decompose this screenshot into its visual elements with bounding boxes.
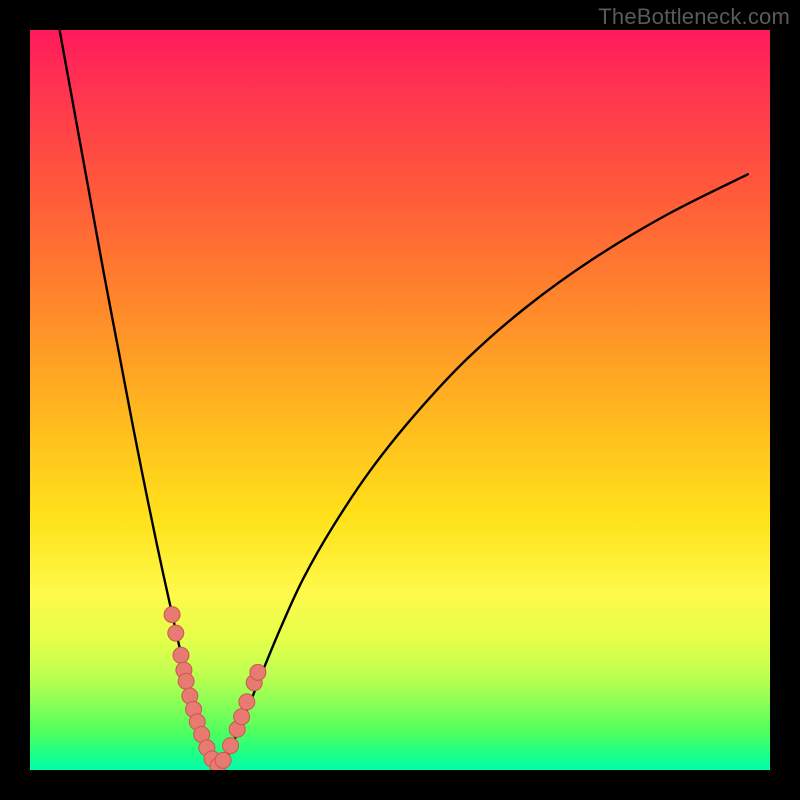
curve-dot-markers	[164, 607, 266, 770]
chart-plot-area	[30, 30, 770, 770]
curve-dot	[223, 738, 239, 754]
curve-dot	[239, 694, 255, 710]
curve-dot	[234, 709, 250, 725]
curve-left-branch	[60, 30, 217, 769]
curve-dot	[178, 673, 194, 689]
curve-dot	[250, 664, 266, 680]
curve-dot	[168, 625, 184, 641]
curve-right-branch	[219, 174, 748, 769]
curve-dot	[173, 647, 189, 663]
curve-dot	[164, 607, 180, 623]
watermark-text: TheBottleneck.com	[598, 4, 790, 30]
chart-frame: TheBottleneck.com	[0, 0, 800, 800]
curve-dot	[215, 752, 231, 768]
chart-svg	[30, 30, 770, 770]
